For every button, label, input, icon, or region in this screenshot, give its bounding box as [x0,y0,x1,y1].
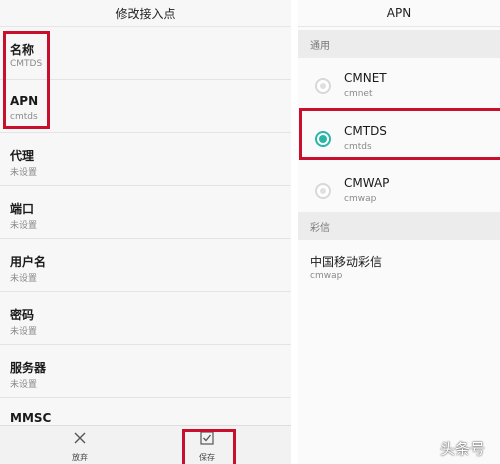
apn-name: CMWAP [344,176,390,190]
page-title: APN [298,0,500,27]
discard-label: 放弃 [72,453,88,462]
field-value: 未设置 [10,327,38,337]
discard-button[interactable]: 放弃 [50,426,110,464]
field-password[interactable]: 密码 未设置 [0,293,291,345]
radio-button[interactable] [315,78,331,94]
section-header-general: 通用 [298,30,500,58]
field-port[interactable]: 端口 未设置 [0,187,291,239]
field-label: MMSC [10,411,52,425]
field-label: 服务器 [10,361,47,375]
field-username[interactable]: 用户名 未设置 [0,240,291,292]
apn-name: CMNET [344,71,387,85]
field-proxy[interactable]: 代理 未设置 [0,134,291,186]
apn-value: cmnet [344,89,373,99]
bottom-action-bar: 放弃 保存 [0,425,291,464]
field-value: 未设置 [10,168,38,178]
field-label: 密码 [10,308,35,322]
highlight-box [182,429,236,464]
panel-divider [291,0,298,464]
field-server[interactable]: 服务器 未设置 [0,346,291,398]
apn-value: cmwap [310,271,343,281]
apn-value: cmwap [344,194,377,204]
field-label: 代理 [10,149,35,163]
apn-item-cmnet[interactable]: CMNET cmnet [298,58,500,110]
field-value: 未设置 [10,221,38,231]
watermark: 头条号 [440,440,486,458]
apn-item-mms[interactable]: 中国移动彩信 cmwap [298,240,500,290]
section-header-mms: 彩信 [298,212,500,240]
apn-list-screen: APN 通用 CMNET cmnet CMTDS cmtds CMWAP cmw… [298,0,500,464]
field-label: 用户名 [10,255,47,269]
apn-item-cmwap[interactable]: CMWAP cmwap [298,163,500,215]
close-icon [50,431,110,449]
highlight-box [3,31,50,129]
field-value: 未设置 [10,380,38,390]
edit-apn-screen: 修改接入点 名称 CMTDS APN cmtds 代理 未设置 端口 未设置 用… [0,0,291,464]
field-label: 端口 [10,202,35,216]
highlight-box [299,108,500,160]
field-value: 未设置 [10,274,38,284]
page-title: 修改接入点 [0,0,291,27]
radio-button[interactable] [315,183,331,199]
apn-name: 中国移动彩信 [310,255,383,269]
